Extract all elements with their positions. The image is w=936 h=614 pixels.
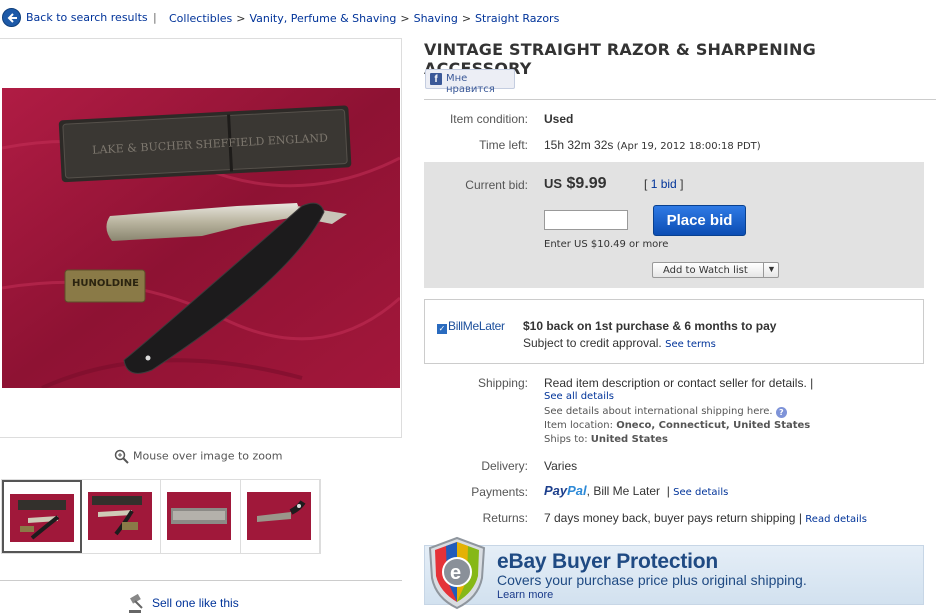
learn-more-link[interactable]: Learn more — [497, 589, 553, 601]
checkmark-icon: ✓ — [437, 324, 447, 334]
shield-letter: e — [450, 562, 461, 584]
time-left-label: Time left: — [479, 138, 528, 152]
right-divider — [424, 99, 936, 100]
shipping-label: Shipping: — [477, 376, 528, 390]
left-divider — [0, 580, 402, 581]
bill-me-later-logo: ✓ BillMeLater — [437, 319, 505, 334]
shipping-text: Read item description or contact seller … — [544, 376, 814, 390]
buyer-protection-title: eBay Buyer Protection — [497, 550, 719, 573]
place-bid-button[interactable]: Place bid — [653, 205, 746, 236]
bid-amount-input[interactable] — [544, 210, 628, 230]
thumbnail-2[interactable] — [82, 480, 162, 553]
facebook-like-button[interactable]: f Мне нравится — [425, 69, 515, 95]
breadcrumb-shaving[interactable]: Shaving — [414, 12, 458, 25]
watch-label[interactable]: Add to Watch list — [663, 265, 748, 276]
condition-label: Item condition: — [449, 112, 528, 126]
returns-label: Returns: — [482, 511, 528, 525]
delivery-label: Delivery: — [481, 459, 528, 473]
buyer-protection-subtitle: Covers your purchase price plus original… — [497, 572, 807, 588]
payment-details-link[interactable]: See details — [673, 487, 728, 498]
minimum-bid-hint: Enter US $10.49 or more — [544, 239, 669, 250]
international-shipping-note: See details about international shipping… — [544, 406, 787, 418]
main-item-photo[interactable]: LAKE & BUCHER SHEFFIELD ENGLAND HUNOLDIN… — [2, 88, 400, 388]
see-all-details-link[interactable]: See all details — [544, 391, 614, 402]
returns-value: 7 days money back, buyer pays return shi… — [544, 511, 867, 525]
bml-subtext: Subject to credit approval. See terms — [523, 336, 716, 350]
thumbnail-strip — [1, 479, 321, 554]
payments-value: PayPal, Bill Me Later | See details — [544, 483, 729, 498]
facebook-icon: f — [430, 73, 442, 85]
top-nav-bar: Back to search results | Collectibles > Va… — [0, 0, 936, 36]
breadcrumb: Collectibles > Vanity, Perfume & Shaving > S… — [169, 12, 559, 25]
breadcrumb-chevron: > — [400, 12, 410, 25]
breadcrumb-collectibles[interactable]: Collectibles — [169, 12, 232, 25]
thumbnail-1[interactable] — [2, 480, 82, 553]
bml-headline: $10 back on 1st purchase & 6 months to p… — [523, 319, 777, 333]
chevron-down-icon[interactable]: ▼ — [767, 264, 776, 274]
zoom-hint: Mouse over image to zoom — [114, 449, 282, 464]
back-to-search-link[interactable]: Back to search results — [26, 11, 148, 24]
help-icon[interactable]: ? — [775, 407, 787, 418]
current-bid-price: US $9.99 — [544, 175, 607, 192]
nav-separator: | — [153, 11, 157, 24]
magnifier-icon — [114, 449, 129, 464]
thumbnail-4[interactable] — [241, 480, 321, 553]
condition-value: Used — [544, 112, 574, 126]
hone-label: HUNOLDINE — [72, 278, 139, 289]
breadcrumb-chevron: > — [236, 12, 246, 25]
bid-count: [ 1 bid ] — [644, 177, 684, 191]
thumbnail-3[interactable] — [161, 480, 241, 553]
breadcrumb-chevron: > — [461, 12, 472, 25]
sell-one-like-this[interactable]: Sell one like this — [126, 594, 239, 614]
zoom-hint-text: Mouse over image to zoom — [133, 449, 283, 463]
shield-icon: e — [428, 536, 486, 610]
bid-history-link[interactable]: 1 bid — [651, 177, 677, 191]
returns-details-link[interactable]: Read details — [805, 514, 867, 525]
breadcrumb-straight-razors[interactable]: Straight Razors — [475, 12, 559, 25]
see-terms-link[interactable]: See terms — [665, 339, 716, 350]
paypal-logo: PayPal — [544, 483, 587, 498]
current-bid-label: Current bid: — [465, 178, 528, 192]
like-label: Мне нравится — [446, 73, 495, 95]
back-arrow-icon[interactable] — [2, 8, 21, 27]
watch-divider — [763, 263, 764, 277]
time-left-value: 15h 32m 32s (Apr 19, 2012 18:00:18 PDT) — [544, 138, 761, 152]
ships-to: Ships to: United States — [544, 434, 668, 445]
breadcrumb-vanity[interactable]: Vanity, Perfume & Shaving — [249, 12, 396, 25]
item-location: Item location: Oneco, Connecticut, Unite… — [544, 420, 811, 431]
end-date: (Apr 19, 2012 18:00:18 PDT) — [616, 141, 761, 152]
gavel-icon — [129, 594, 143, 613]
delivery-value: Varies — [544, 459, 578, 473]
payments-label: Payments: — [471, 485, 528, 499]
sell-one-label[interactable]: Sell one like this — [152, 596, 239, 610]
add-to-watch-list-button[interactable]: Add to Watch list ▼ — [652, 262, 779, 278]
